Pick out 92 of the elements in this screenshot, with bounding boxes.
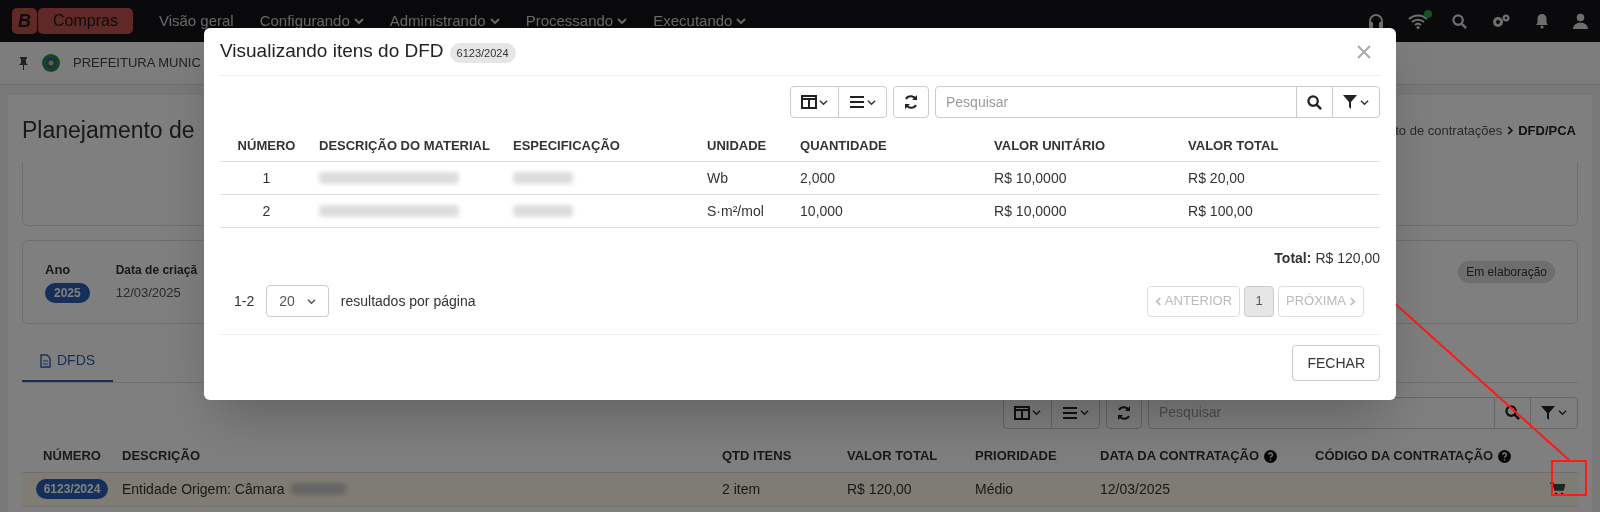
headset-icon[interactable] [1368, 12, 1384, 30]
highlight-box [1551, 460, 1587, 496]
refresh-button[interactable] [893, 86, 929, 118]
field-label: Ano [45, 260, 71, 279]
columns-icon [801, 95, 817, 109]
table-cell: R$ 20,00 [1188, 169, 1245, 186]
filter-icon [1541, 405, 1555, 420]
column-header: VALOR TOTAL [847, 447, 938, 466]
nav-menu-item[interactable]: Executando [653, 9, 747, 33]
nav-menu-item[interactable]: Configurando [259, 9, 364, 33]
nav-menu-item[interactable]: Processando [525, 9, 628, 33]
emblem-icon [41, 53, 61, 73]
table-cell: 2 [262, 202, 271, 219]
cart-icon [1549, 482, 1565, 496]
organization-name: PREFEITURA MUNIC [73, 54, 201, 73]
pin-icon[interactable] [18, 56, 29, 70]
chevron-right-icon [1349, 296, 1356, 306]
column-header: NÚMERO [43, 447, 101, 466]
column-header: CÓDIGO DA CONTRATAÇÃO [1315, 447, 1494, 466]
table-cell: 2 item [722, 480, 761, 497]
columns-icon [1014, 405, 1030, 420]
list-icon [1062, 406, 1078, 419]
table-cell: R$ 120,00 [847, 480, 912, 497]
column-header: UNIDADE [707, 137, 767, 153]
nav-menu-item[interactable]: Administrando [389, 9, 500, 33]
redacted-text [513, 172, 573, 184]
close-dialog-button[interactable]: FECHAR [1292, 345, 1380, 381]
chevron-down-icon [1558, 408, 1567, 417]
settings-icon[interactable] [1491, 13, 1511, 29]
user-icon[interactable] [1573, 13, 1588, 29]
table-row[interactable]: 6123/2024 Entidade Origem: Câmara 2 item R$ 120,00 Médio 12/03/2025 [22, 472, 1578, 507]
filter-icon [1343, 95, 1357, 109]
document-icon [40, 353, 51, 368]
column-header: DESCRIÇÃO DO MATERIAL [319, 137, 490, 153]
chevron-down-icon [867, 97, 876, 107]
modal-title: Visualizando itens do DFD [220, 39, 444, 64]
search-icon [1307, 94, 1322, 110]
table-cell: 12/03/2025 [1100, 480, 1171, 497]
column-header: VALOR UNITÁRIO [994, 137, 1106, 153]
chevron-down-icon [819, 97, 828, 107]
column-header: QTD ITENS [722, 447, 792, 466]
dfd-badge: 6123/2024 [449, 42, 516, 64]
number-badge: 6123/2024 [35, 479, 109, 499]
close-icon [1357, 44, 1371, 59]
table-cell: Wb [707, 169, 728, 186]
chevron-down-icon [1080, 408, 1089, 417]
column-header: PRIORIDADE [975, 447, 1057, 466]
table-cell: Médio [975, 480, 1014, 497]
column-header: QUANTIDADE [800, 137, 887, 153]
pagination-button[interactable]: 1 [1244, 285, 1275, 317]
column-header: NÚMERO [237, 137, 296, 153]
search-icon[interactable] [1452, 13, 1467, 29]
list-icon [849, 96, 865, 108]
column-header: DATA DA CONTRATAÇÃO [1100, 447, 1260, 466]
bell-icon[interactable] [1535, 13, 1549, 29]
chevron-down-icon [306, 296, 316, 306]
field-label: Data de criaçã [115, 261, 198, 279]
refresh-icon [1116, 404, 1132, 421]
table-cell: 2,000 [800, 169, 836, 186]
search-input[interactable]: Pesquisar [936, 87, 1296, 117]
tab[interactable]: DFDS [22, 341, 114, 382]
column-header: ESPECIFICAÇÃO [513, 137, 620, 153]
result-range: 1-2 [234, 291, 255, 311]
page-title: Planejamento de [22, 116, 195, 145]
refresh-icon [903, 94, 919, 110]
wifi-icon[interactable] [1408, 13, 1428, 29]
chevron-right-icon [1506, 125, 1515, 135]
page-size-select[interactable]: 20 [266, 285, 329, 317]
column-header: VALOR TOTAL [1188, 137, 1279, 153]
table-cell: 1 [262, 169, 271, 186]
status-badge: Em elaboração [1458, 260, 1555, 283]
search-field[interactable]: Pesquisar [935, 86, 1380, 118]
table-cell: 10,000 [800, 202, 843, 219]
total-value: R$ 120,00 [1315, 249, 1380, 268]
chevron-down-icon [1360, 97, 1369, 107]
breadcrumb-link[interactable]: DFD/PCA [1518, 120, 1576, 140]
total-label: Total: [1274, 249, 1312, 268]
redacted-text [513, 205, 573, 217]
page-size-label: resultados por página [340, 291, 476, 311]
table-cell: S·m²/mol [707, 202, 764, 219]
nav-menu-item[interactable]: Visão geral [158, 9, 234, 33]
year-badge: 2025 [45, 283, 90, 304]
breadcrumb-link[interactable]: to de contratações [1395, 120, 1503, 140]
search-icon [1505, 405, 1520, 420]
chevron-left-icon [1154, 296, 1162, 306]
table-cell: R$ 10,0000 [994, 202, 1067, 219]
chevron-down-icon [1032, 408, 1041, 417]
table-cell: R$ 10,0000 [994, 169, 1067, 186]
table-cell: R$ 100,00 [1188, 202, 1253, 219]
field-value: 12/03/2025 [115, 283, 182, 302]
table-cell-text: Entidade Origem: Câmara [122, 479, 285, 499]
column-header: DESCRIÇÃO [122, 447, 200, 466]
